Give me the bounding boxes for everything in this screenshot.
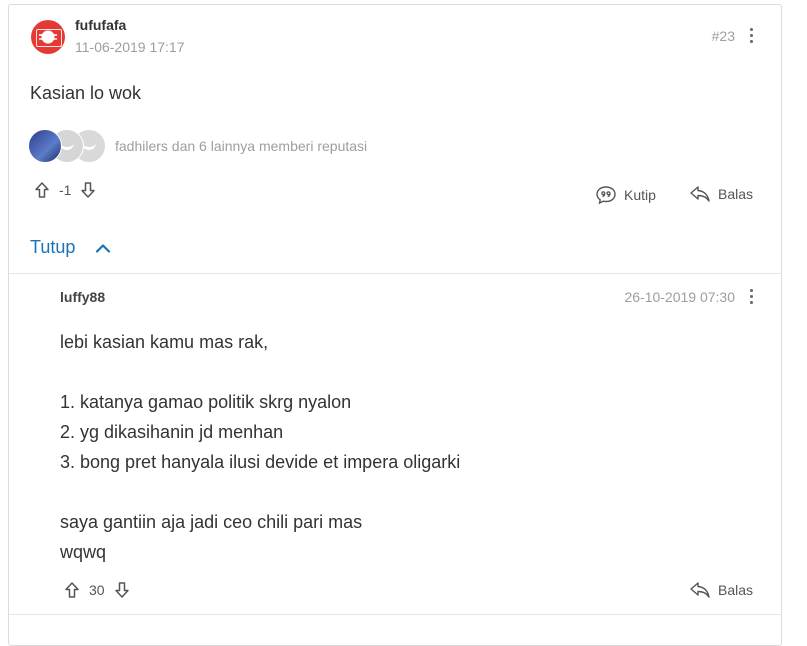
downvote-icon[interactable] [79, 181, 97, 199]
reply-icon [690, 582, 710, 598]
downvote-icon[interactable] [113, 581, 131, 599]
reply-body: lebi kasian kamu mas rak, 1. katanya gam… [60, 327, 460, 567]
divider [9, 614, 781, 615]
upvote-icon[interactable] [33, 181, 51, 199]
reply-date: 26-10-2019 07:30 [624, 289, 735, 305]
reply-label: Balas [718, 582, 754, 598]
reply-icon [690, 186, 710, 202]
user-avatar[interactable] [31, 20, 65, 54]
post-card: fufufafa 11-06-2019 17:17 #23 Kasian lo … [8, 4, 782, 646]
reply-username[interactable]: luffy88 [60, 289, 105, 305]
post-body: Kasian lo wok [30, 83, 142, 103]
reply-line: 1. katanya gamao politik skrg nyalon [60, 392, 352, 412]
quote-label: Kutip [624, 187, 656, 203]
reply-button[interactable]: Balas [689, 185, 753, 203]
reply-line: 3. bong pret hanyala ilusi devide et imp… [60, 452, 461, 472]
vote-count: 30 [89, 582, 105, 598]
reply-line [60, 357, 460, 387]
collapse-toggle[interactable]: Tutup [30, 237, 111, 258]
reply-line: wqwq [60, 542, 107, 562]
reply-button[interactable]: Balas [689, 581, 753, 599]
reputation-avatars[interactable] [28, 129, 108, 163]
more-options-icon[interactable] [750, 289, 754, 305]
post-username[interactable]: fufufafa [75, 17, 126, 33]
chevron-up-icon [96, 243, 111, 253]
reply-line: saya gantiin aja jadi ceo chili pari mas [60, 512, 363, 532]
post-date: 11-06-2019 17:17 [75, 39, 185, 55]
quote-icon [596, 186, 616, 205]
reputation-avatar [28, 129, 62, 163]
reply-label: Balas [718, 186, 754, 202]
quote-button[interactable]: Kutip [595, 185, 656, 205]
reply-line [60, 477, 460, 507]
avatar-logo [36, 29, 62, 47]
reply-line: 2. yg dikasihanin jd menhan [60, 422, 284, 442]
more-options-icon[interactable] [750, 28, 754, 44]
reply-vote-control: 30 [63, 581, 131, 599]
divider [9, 273, 781, 274]
post-number[interactable]: #23 [712, 28, 735, 44]
vote-count: -1 [59, 182, 72, 198]
reputation-text[interactable]: fadhilers dan 6 lainnya memberi reputasi [115, 138, 367, 154]
vote-control: -1 [33, 181, 97, 199]
reply-line: lebi kasian kamu mas rak, [60, 332, 269, 352]
collapse-label: Tutup [30, 237, 76, 257]
upvote-icon[interactable] [63, 581, 81, 599]
